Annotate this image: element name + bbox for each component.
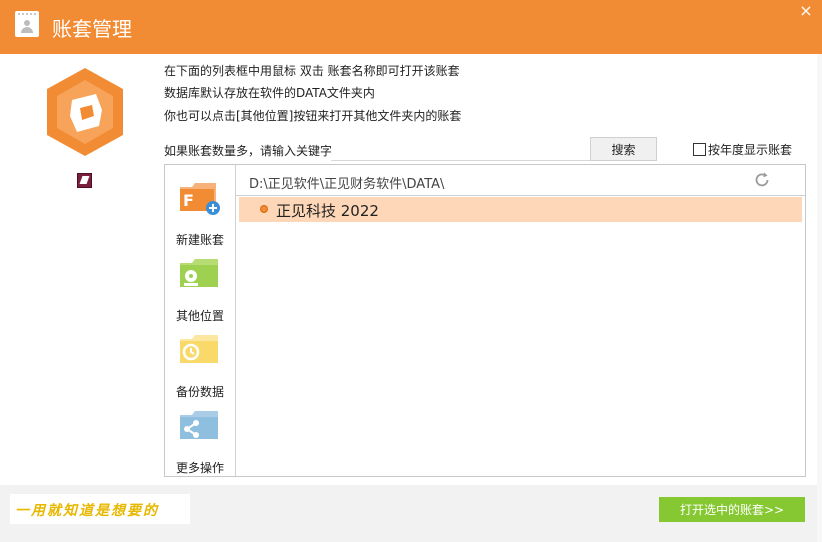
ledger-bullet-icon — [260, 205, 268, 213]
other-location-button[interactable]: 其他位置 — [165, 251, 235, 327]
backup-icon — [180, 335, 218, 363]
path-bar: D:\正见软件\正见财务软件\DATA\ — [236, 165, 805, 196]
more-actions-button[interactable]: 更多操作 — [165, 403, 235, 479]
new-ledger-label: 新建账套 — [175, 233, 224, 247]
ledger-name: 正见科技 2022 — [276, 202, 379, 220]
more-actions-label: 更多操作 — [175, 461, 224, 475]
tool-column: F 新建账套 其他位置 备份数据 更多操作 — [165, 165, 236, 476]
edit-icon[interactable] — [77, 173, 92, 188]
other-location-icon — [180, 259, 218, 287]
year-checkbox-label: 按年度显示账套 — [708, 143, 793, 157]
new-ledger-button[interactable]: F 新建账套 — [165, 175, 235, 251]
other-location-label: 其他位置 — [175, 309, 224, 323]
svg-text:F: F — [183, 191, 194, 210]
refresh-icon[interactable] — [753, 171, 771, 189]
close-icon[interactable]: × — [797, 1, 815, 21]
search-label: 如果账套数量多，请输入关键字 — [164, 144, 333, 158]
open-selected-ledger-button[interactable]: 打开选中的账套>> — [659, 497, 805, 522]
ledger-row[interactable]: 正见科技 2022 — [239, 197, 802, 222]
product-logo-icon — [47, 68, 123, 156]
info-line-3: 你也可以点击[其他位置]按钮来打开其他文件夹内的账套 — [164, 109, 462, 123]
search-input[interactable] — [331, 138, 597, 161]
app-icon — [15, 11, 39, 37]
slogan-text: 一用就知道是想要的 — [15, 503, 159, 519]
window-edge — [817, 54, 822, 542]
backup-label: 备份数据 — [175, 385, 224, 399]
ledger-panel: F 新建账套 其他位置 备份数据 更多操作 D:\正见软件\正见财务软件\DAT… — [164, 164, 806, 477]
new-ledger-icon: F — [180, 183, 220, 215]
year-checkbox[interactable]: 按年度显示账套 — [693, 141, 792, 158]
current-path: D:\正见软件\正见财务软件\DATA\ — [249, 177, 445, 192]
backup-button[interactable]: 备份数据 — [165, 327, 235, 403]
info-line-2: 数据库默认存放在软件的DATA文件夹内 — [164, 86, 375, 100]
slogan-banner: 一用就知道是想要的 — [10, 494, 190, 524]
checkbox-box[interactable] — [693, 143, 706, 156]
more-actions-icon — [180, 411, 218, 439]
search-button[interactable]: 搜索 — [590, 137, 657, 161]
info-line-1: 在下面的列表框中用鼠标 双击 账套名称即可打开该账套 — [164, 64, 460, 78]
title-bar: 账套管理 × — [0, 0, 822, 54]
window-title: 账套管理 — [52, 17, 132, 41]
